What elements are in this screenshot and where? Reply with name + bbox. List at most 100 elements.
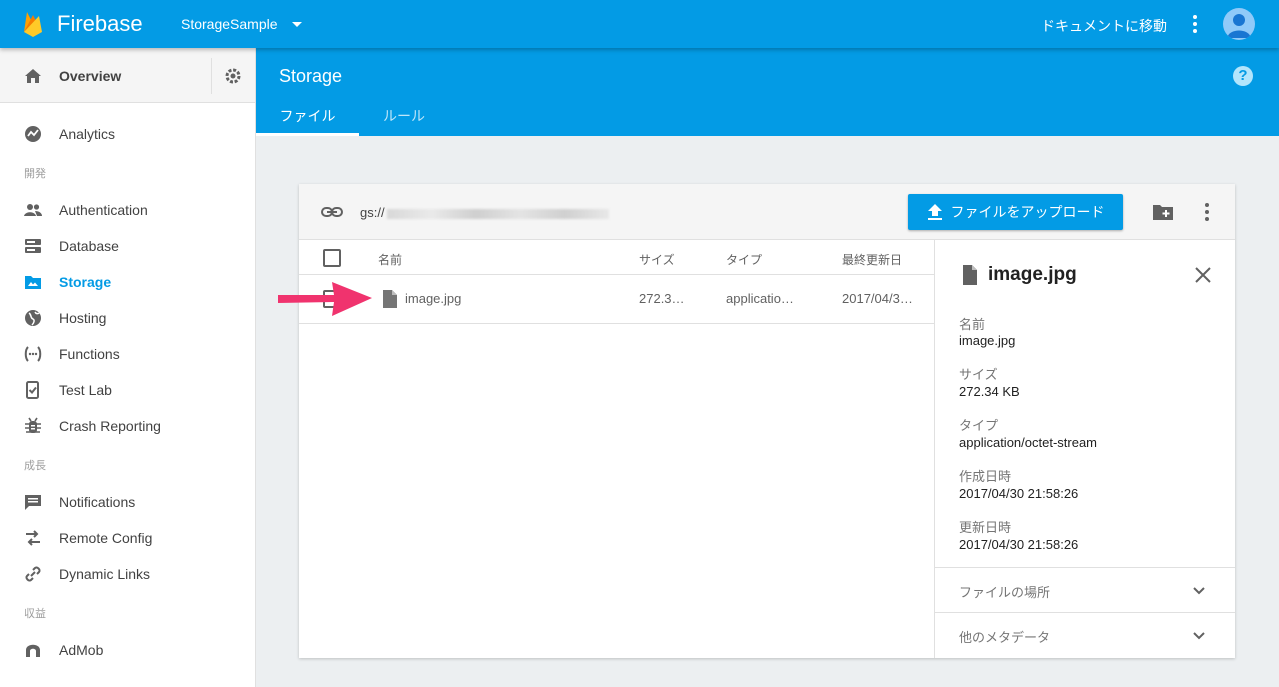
home-icon [25,69,41,83]
section-label-develop: 開発 [24,168,46,180]
file-type: applicatio… [726,291,794,306]
meta-label-updated: 更新日時 [959,520,1012,535]
meta-value-size: 272.34 KB [959,384,1020,399]
page-title: Storage [279,66,343,86]
sidebar-item-storage[interactable]: Storage [0,264,255,300]
accordion-label: 他のメタデータ [959,630,1051,645]
accordion-other-metadata[interactable]: 他のメタデータ [935,612,1235,657]
table-header: 名前 サイズ タイプ 最終更新日 [299,240,934,275]
folder-image-icon [25,276,41,289]
analytics-icon [25,126,41,142]
sidebar-item-notifications[interactable]: Notifications [0,484,255,520]
sidebar-item-label: Overview [59,68,122,84]
sidebar-item-overview[interactable]: Overview [0,48,255,103]
sidebar-item-label: Database [59,238,119,254]
sidebar-item-database[interactable]: Database [0,228,255,264]
divider [211,58,212,94]
sidebar-item-hosting[interactable]: Hosting [0,300,255,336]
file-browser-card: gs:// ファイルをアップロード 名前 サイズ タイプ 最終更新日 image… [299,184,1235,658]
accordion-label: ファイルの場所 [959,585,1051,600]
sidebar-item-remote-config[interactable]: Remote Config [0,520,255,556]
file-updated: 2017/04/3… [842,291,913,306]
create-folder-icon[interactable] [1152,202,1174,222]
card-toolbar: gs:// ファイルをアップロード [299,184,1235,240]
message-icon [25,495,41,510]
redacted-bucket-name [386,208,609,219]
sidebar-item-label: Functions [59,346,120,362]
docs-link[interactable]: ドキュメントに移動 [1041,16,1167,36]
sidebar-item-authentication[interactable]: Authentication [0,192,255,228]
meta-value-type: application/octet-stream [959,435,1098,450]
test-lab-icon [26,381,39,399]
upload-icon [927,204,942,220]
select-all-checkbox[interactable] [323,249,341,267]
table-row[interactable]: image.jpg 272.3… applicatio… 2017/04/3… [299,275,934,324]
sidebar-item-label: Storage [59,274,112,290]
close-icon[interactable] [1194,266,1212,284]
sidebar-item-label: Remote Config [59,530,153,546]
project-name: StorageSample [181,16,278,32]
upload-file-button[interactable]: ファイルをアップロード [908,194,1123,230]
file-detail-panel: image.jpg 名前 image.jpg サイズ 272.34 KB タイプ… [934,240,1235,658]
bug-icon [25,417,41,433]
file-name[interactable]: image.jpg [405,291,461,306]
sidebar-item-label: Test Lab [59,382,112,398]
link-icon [25,566,41,582]
sidebar-item-label: Analytics [59,126,116,142]
account-icon [1227,14,1251,38]
detail-title: image.jpg [988,264,1077,285]
sidebar-item-admob[interactable]: AdMob [0,632,255,668]
meta-label-type: タイプ [959,418,999,433]
dropdown-caret-icon [291,21,302,27]
sidebar-item-label: AdMob [59,642,104,658]
upload-label: ファイルをアップロード [950,204,1105,220]
sidebar-item-test-lab[interactable]: Test Lab [0,372,255,408]
firebase-logo-icon[interactable] [22,10,44,38]
file-size: 272.3… [639,291,685,306]
database-icon [25,239,41,253]
help-icon[interactable]: ? [1233,66,1253,86]
remote-config-icon [26,530,40,546]
accordion-file-location[interactable]: ファイルの場所 [935,567,1235,612]
annotation-arrow-icon [278,282,372,316]
top-app-bar: Firebase StorageSample ドキュメントに移動 [0,0,1279,48]
sidebar-item-analytics[interactable]: Analytics [0,116,255,152]
sidebar-item-label: Dynamic Links [59,566,151,582]
project-selector[interactable]: StorageSample [181,16,302,32]
more-vert-icon[interactable] [1197,202,1217,222]
meta-value-created: 2017/04/30 21:58:26 [959,486,1079,501]
sidebar-item-functions[interactable]: Functions [0,336,255,372]
sidebar-item-label: Notifications [59,494,136,510]
bucket-prefix: gs:// [360,205,385,220]
sidebar-item-dynamic-links[interactable]: Dynamic Links [0,556,255,592]
brand-name[interactable]: Firebase [57,11,143,37]
avatar[interactable] [1223,8,1255,40]
bucket-url[interactable]: gs:// [360,205,609,220]
column-header-name[interactable]: 名前 [378,251,402,268]
chevron-down-icon [1193,587,1205,595]
gear-icon[interactable] [224,67,242,85]
section-label-grow: 成長 [24,460,46,472]
tab-rules[interactable]: ルール [383,106,425,136]
file-icon [383,290,397,308]
link-icon[interactable] [321,204,343,220]
page-header: Storage ? ファイル ルール [256,48,1279,136]
column-header-updated[interactable]: 最終更新日 [842,251,902,268]
section-label-earn: 収益 [24,608,46,620]
meta-label-created: 作成日時 [959,469,1012,484]
tab-files[interactable]: ファイル [256,106,359,136]
sidebar-item-label: Crash Reporting [59,418,161,434]
admob-icon [26,644,40,657]
people-icon [24,204,42,216]
column-header-size[interactable]: サイズ [639,251,675,268]
sidebar-item-label: Hosting [59,310,107,326]
sidebar-item-crash-reporting[interactable]: Crash Reporting [0,408,255,444]
file-table: 名前 サイズ タイプ 最終更新日 image.jpg 272.3… applic… [299,240,934,658]
meta-label-size: サイズ [959,367,998,382]
globe-icon [25,310,41,326]
more-vert-icon[interactable] [1185,14,1205,34]
column-header-type[interactable]: タイプ [726,251,762,268]
meta-value-name: image.jpg [959,333,1016,348]
chevron-down-icon [1193,632,1205,640]
meta-value-updated: 2017/04/30 21:58:26 [959,537,1079,552]
